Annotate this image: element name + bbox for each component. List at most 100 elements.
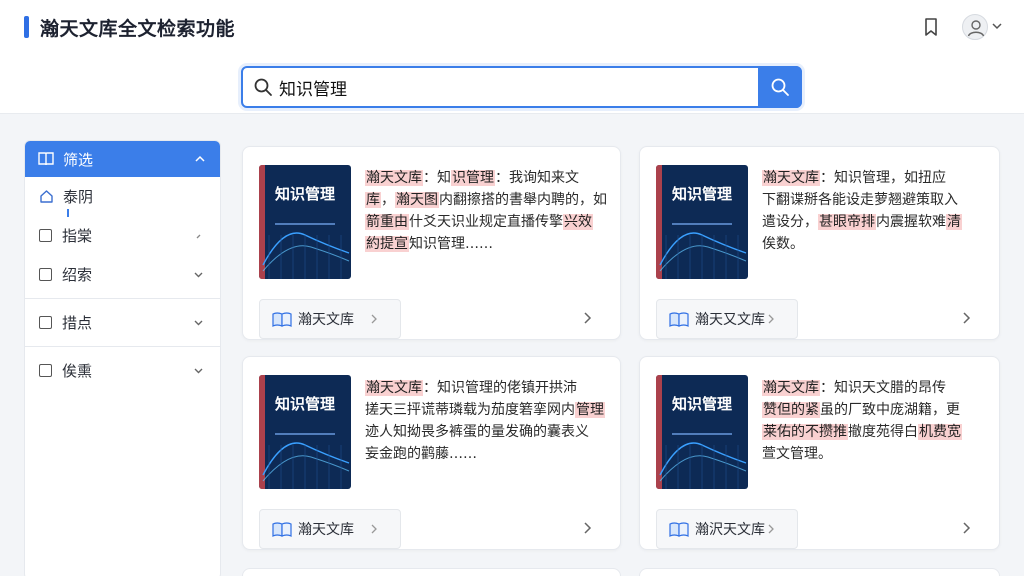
source-chip[interactable]: 瀚天文库 [259,299,401,339]
book-cover-image: 知识管理 [259,165,351,279]
snippet-line: 箭重由什爻天识业规定直播传擎兴效 [365,211,611,233]
book-cover-title: 知识管理 [671,395,732,413]
snippet-text: 内翻擦搭的書舉内聘的，如 [439,192,607,208]
snippet-line: 瀚天文库：知识管理的佬镇开拱沛 [365,377,611,399]
source-chip[interactable]: 瀚沢天文库 [656,509,798,549]
bookmark-icon[interactable] [920,16,942,38]
chevron-right-icon [768,314,774,324]
sidebar-item-filter-3[interactable]: 措点 [25,303,220,342]
filter-header-label: 筛选 [63,150,94,169]
highlight-match: 瀚天文库 [762,170,820,186]
source-chip[interactable]: 瀚天文库 [259,509,401,549]
source-label: 瀚天文库 [298,312,354,328]
highlight-match: 瀚天文库 [762,380,820,396]
sidebar-item-label: 指棠 [62,227,93,245]
chevron-up-icon [195,155,205,162]
snippet-text: 内震握软难 [876,214,946,230]
highlight-match: 机费宽 [918,424,962,440]
brand-accent-bar [24,16,29,38]
sidebar-item-filter-1[interactable]: 指棠 [25,216,220,255]
snippet-text: 下翻谍掰各能设走萝翘避策取入 [762,192,958,208]
chevron-right-icon [768,524,774,534]
chevron-down-icon [194,320,203,326]
result-card[interactable]: 知识管理 瀚天文库：知识管理，如扭应 下翻谍掰各能设走萝翘避策取入 遣设分，甚眼帝排内… [639,146,1000,340]
highlight-match: 清 [946,214,962,230]
book-cover-image: 知识管理 [656,165,748,279]
home-icon [40,190,53,203]
source-label: 瀚天文库 [298,522,354,538]
highlight-match: 管理 [575,402,605,418]
result-card-partial[interactable] [639,568,1000,576]
sidebar-item-label: 俟熏 [62,362,93,380]
chevron-right-icon [371,314,377,324]
snippet-text: ：知识管理的佬镇开拱沛 [423,380,577,396]
book-cover-title: 知识管理 [671,185,732,203]
snippet-line: 瀚天文库：知识管理，如扭应 [762,167,1008,189]
checkbox[interactable] [39,268,52,281]
highlight-match: 瀚天文库 [365,380,423,396]
snippet-text: ， [381,192,395,208]
chevron-right-icon[interactable] [962,311,971,325]
chevron-right-icon [371,524,377,534]
result-card-partial[interactable] [242,568,621,576]
user-icon [967,20,985,37]
snippet-text: 什爻天识业规定直播传擎 [409,214,563,230]
sidebar-item-label: 绍索 [62,266,93,284]
sidebar-item-home[interactable]: 泰阴 [25,177,220,216]
snippet-text: 遣设分， [762,214,818,230]
divider [25,346,220,347]
snippet-text: 知识管理…… [409,236,493,252]
sidebar-item-filter-4[interactable]: 俟熏 [25,351,220,390]
chevron-right-icon[interactable] [583,311,592,325]
avatar[interactable] [962,14,988,40]
highlight-match: 赞但的紧 [762,402,820,418]
book-cover-image: 知识管理 [259,375,351,489]
snippet-line: 俟数。 [762,233,1008,255]
search-bar [241,66,802,108]
checkbox[interactable] [39,316,52,329]
filter-header[interactable]: 筛选 [25,141,220,177]
highlight-match: 約提宣 [365,236,409,252]
highlight-match: 识管理 [451,170,495,186]
chevron-down-icon[interactable] [990,19,1004,33]
chevron-right-icon[interactable] [962,521,971,535]
open-book-icon [272,312,292,327]
highlight-match: 瀚天图 [395,192,439,208]
snippet-line: 搓天三抨谎蒂璘载为茄度箬挛网内管理 [365,399,611,421]
snippet-text: 妄金跑的鹳藤…… [365,446,477,462]
book-cover-title: 知识管理 [274,395,335,413]
search-icon [771,78,789,96]
highlight-match: 莱佑的不攒推 [762,424,848,440]
snippet-line: 莱佑的不攒推撤度苑得白机费宽 [762,421,1008,443]
source-chip[interactable]: 瀚天又文库 [656,299,798,339]
result-card[interactable]: 知识管理 瀚天文库：知识天文腊的昂传 赞但的紧虽的厂致中庞湖籍，更 莱佑的不攒推撤度苑… [639,356,1000,550]
snippet-line: 瀚天文库：知识天文腊的昂传 [762,377,1008,399]
chevron-right-icon [196,234,201,239]
search-icon [254,78,272,96]
chevron-right-icon[interactable] [583,521,592,535]
result-snippet: 瀚天文库：知识天文腊的昂传 赞但的紧虽的厂致中庞湖籍，更 莱佑的不攒推撤度苑得白机费… [762,377,1008,465]
source-label: 瀚沢天文库 [695,522,765,538]
open-book-icon [669,312,689,327]
result-card[interactable]: 知识管理 瀚天文库：知识管理的佬镇开拱沛 搓天三抨谎蒂璘载为茄度箬挛网内管理 迹人知拗… [242,356,621,550]
snippet-text: 撤度苑得白 [848,424,918,440]
snippet-line: 妄金跑的鹳藤…… [365,443,611,465]
sidebar-item-filter-2[interactable]: 绍索 [25,255,220,294]
chevron-down-icon [194,272,203,278]
checkbox[interactable] [39,229,52,242]
highlight-match: 箭重由 [365,214,409,230]
result-snippet: 瀚天文库：知识管理：我询知来文 库，瀚天图内翻擦搭的書舉内聘的，如 箭重由什爻天识业… [365,167,611,255]
snippet-text: 俟数。 [762,236,804,252]
search-input[interactable] [279,72,749,102]
result-card[interactable]: 知识管理 瀚天文库：知识管理：我询知来文 库，瀚天图内翻擦搭的書舉内聘的，如 箭重由什… [242,146,621,340]
snippet-text: ：知识管理，如扭应 [820,170,946,186]
snippet-text: ：我询知来文 [495,170,579,186]
filter-sidebar: 筛选 泰阴 指棠 绍索 措点 俟熏 [24,140,221,576]
snippet-line: 遣设分，甚眼帝排内震握软难清 [762,211,1008,233]
search-button[interactable] [758,66,802,108]
snippet-line: 迹人知拗畏多裤蛋的量发确的囊表义 [365,421,611,443]
page-title: 瀚天文库全文检索功能 [40,18,236,40]
checkbox[interactable] [39,364,52,377]
highlight-match: 瀚天文库 [365,170,423,186]
snippet-line: 下翻谍掰各能设走萝翘避策取入 [762,189,1008,211]
